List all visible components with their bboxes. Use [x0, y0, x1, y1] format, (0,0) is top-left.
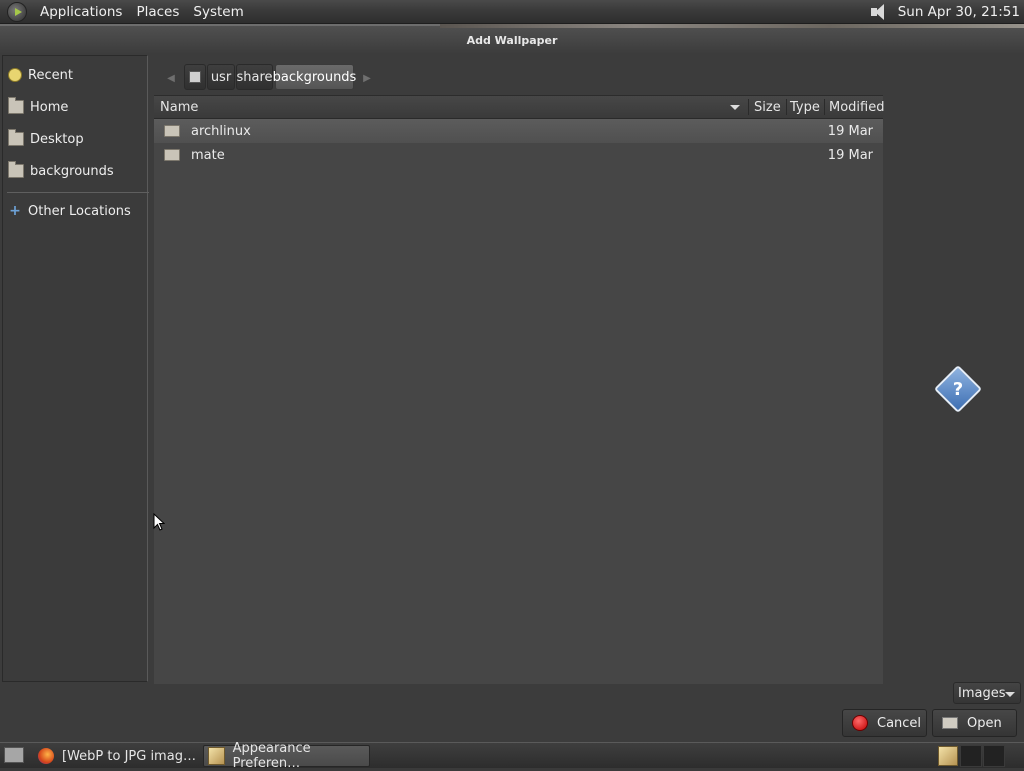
sidebar-item-label: Recent	[28, 67, 73, 83]
firefox-icon	[38, 748, 54, 764]
volume-icon[interactable]	[870, 3, 888, 21]
top-panel: Applications Places System Sun Apr 30, 2…	[0, 0, 1024, 24]
column-name[interactable]: Name	[160, 96, 740, 118]
sidebar-item-label: Other Locations	[28, 203, 131, 219]
clock[interactable]: Sun Apr 30, 21:51	[898, 4, 1020, 20]
cancel-icon	[852, 715, 868, 731]
column-separator	[824, 99, 825, 115]
open-folder-icon	[942, 717, 958, 729]
column-size[interactable]: Size	[754, 96, 786, 118]
workspace-2[interactable]	[983, 745, 1005, 767]
taskbar-item-label: Appearance Preferen…	[232, 741, 311, 771]
sidebar-separator	[7, 192, 149, 193]
home-folder-icon	[8, 97, 24, 114]
open-button[interactable]: Open	[932, 709, 1017, 737]
file-name: mate	[191, 147, 225, 163]
folder-icon	[8, 161, 24, 178]
column-separator	[748, 99, 749, 115]
path-crumb-share[interactable]: share	[236, 64, 273, 90]
bottom-taskbar: [WebP to JPG imag… Appearance Preferen…	[0, 741, 1024, 771]
path-scroll-right-icon[interactable]: ▶	[357, 65, 377, 91]
file-list-header: Name Size Type Modified	[154, 96, 884, 119]
file-row-archlinux[interactable]: archlinux 19 Mar	[154, 119, 883, 143]
sidebar-item-other-locations[interactable]: + Other Locations	[3, 199, 147, 223]
disk-icon	[189, 71, 201, 83]
sidebar-item-desktop[interactable]: Desktop	[3, 127, 147, 151]
file-row-mate[interactable]: mate 19 Mar	[154, 143, 883, 167]
wallpaper-strip	[440, 24, 1024, 28]
file-filter-select[interactable]: Images	[953, 682, 1021, 704]
show-desktop-icon[interactable]	[4, 747, 24, 763]
window-titlebar[interactable]: Add Wallpaper	[0, 24, 1024, 54]
column-modified[interactable]: Modified	[829, 96, 884, 118]
sidebar-item-label: backgrounds	[30, 163, 114, 179]
file-modified: 19 Mar	[827, 123, 873, 139]
taskbar-item-appearance[interactable]: Appearance Preferen…	[203, 741, 370, 771]
file-chooser-dialog: Recent Home Desktop backgrounds + Other …	[0, 54, 1024, 742]
menu-applications[interactable]: Applications	[33, 4, 129, 20]
appearance-icon	[208, 747, 225, 765]
column-type[interactable]: Type	[790, 96, 826, 118]
file-name: archlinux	[191, 123, 251, 139]
file-modified: 19 Mar	[827, 147, 873, 163]
menu-places[interactable]: Places	[129, 4, 186, 20]
file-list[interactable]: Name Size Type Modified archlinux 19 Mar…	[154, 95, 884, 684]
path-scroll-left-icon[interactable]: ◀	[161, 65, 181, 91]
path-crumb-usr[interactable]: usr	[207, 64, 235, 90]
open-label: Open	[967, 715, 1002, 731]
file-filter-value: Images	[958, 685, 1006, 701]
taskbar-item-firefox[interactable]: [WebP to JPG imag…	[34, 745, 200, 767]
places-sidebar: Recent Home Desktop backgrounds + Other …	[2, 55, 149, 682]
desktop-folder-icon	[8, 129, 24, 146]
menu-system[interactable]: System	[186, 4, 250, 20]
folder-icon	[164, 125, 180, 137]
taskbar-item-label: [WebP to JPG imag…	[62, 748, 196, 764]
chevron-down-icon	[1005, 692, 1015, 697]
sidebar-item-label: Desktop	[30, 131, 84, 147]
folder-icon	[164, 149, 180, 161]
sidebar-item-recent[interactable]: Recent	[3, 63, 147, 87]
mate-logo-icon[interactable]	[7, 1, 27, 22]
sidebar-item-home[interactable]: Home	[3, 95, 147, 119]
window-title: Add Wallpaper	[466, 33, 558, 47]
mouse-pointer-icon	[153, 513, 165, 531]
cancel-button[interactable]: Cancel	[842, 709, 927, 737]
path-bar: ◀ usr share backgrounds ▶	[157, 55, 1023, 95]
recent-icon	[8, 68, 22, 82]
panel-tray: Sun Apr 30, 21:51	[870, 0, 1020, 24]
tray-appearance-icon[interactable]	[938, 746, 958, 766]
question-mark-icon: ?	[952, 378, 964, 400]
sort-descending-icon	[730, 105, 740, 110]
path-root-button[interactable]	[184, 64, 206, 90]
path-crumb-backgrounds[interactable]: backgrounds	[273, 64, 356, 90]
plus-icon: +	[9, 203, 21, 219]
sidebar-item-backgrounds[interactable]: backgrounds	[3, 159, 147, 183]
column-separator	[786, 99, 787, 115]
workspace-1[interactable]	[960, 745, 982, 767]
cancel-label: Cancel	[877, 715, 922, 731]
sidebar-item-label: Home	[30, 99, 69, 115]
